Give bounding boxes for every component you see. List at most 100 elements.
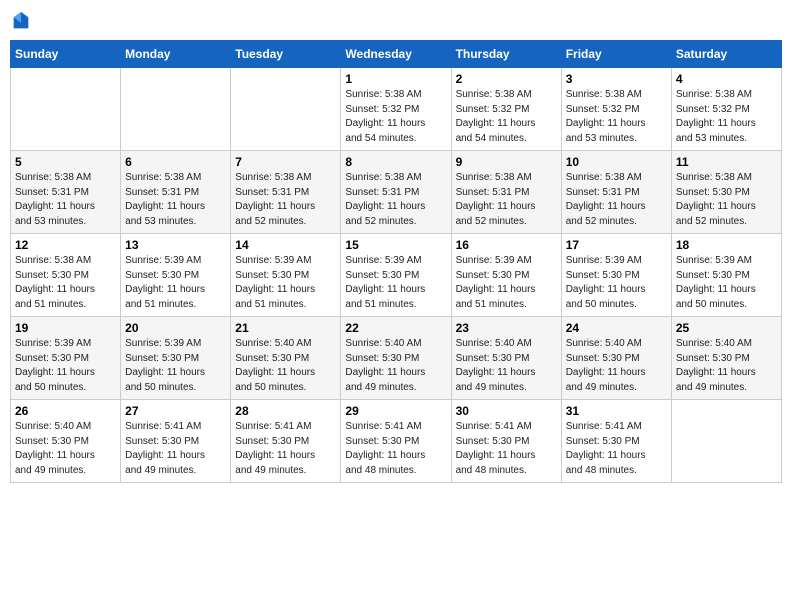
day-info: Sunrise: 5:38 AMSunset: 5:31 PMDaylight:…: [456, 171, 557, 229]
day-info: Sunrise: 5:41 AMSunset: 5:30 PMDaylight:…: [125, 420, 226, 478]
calendar-cell: 3 Sunrise: 5:38 AMSunset: 5:32 PMDaylight…: [561, 68, 671, 151]
calendar-cell: 27 Sunrise: 5:41 AMSunset: 5:30 PMDayligh…: [121, 400, 231, 483]
day-info: Sunrise: 5:39 AMSunset: 5:30 PMDaylight:…: [125, 254, 226, 312]
day-info: Sunrise: 5:41 AMSunset: 5:30 PMDaylight:…: [235, 420, 336, 478]
day-number: 4: [676, 72, 777, 86]
day-info: Sunrise: 5:39 AMSunset: 5:30 PMDaylight:…: [125, 337, 226, 395]
day-number: 16: [456, 238, 557, 252]
day-number: 10: [566, 155, 667, 169]
day-header-wednesday: Wednesday: [341, 41, 451, 68]
calendar-week-4: 19Sunrise: 5:39 AMSunset: 5:30 PMDayligh…: [11, 317, 782, 400]
day-number: 14: [235, 238, 336, 252]
day-number: 7: [235, 155, 336, 169]
calendar-week-1: 1 Sunrise: 5:38 AMSunset: 5:32 PMDaylight…: [11, 68, 782, 151]
day-number: 11: [676, 155, 777, 169]
calendar-cell: [121, 68, 231, 151]
day-info: Sunrise: 5:39 AMSunset: 5:30 PMDaylight:…: [345, 254, 446, 312]
calendar-cell: 16 Sunrise: 5:39 AMSunset: 5:30 PMDayligh…: [451, 234, 561, 317]
calendar-cell: 14 Sunrise: 5:39 AMSunset: 5:30 PMDayligh…: [231, 234, 341, 317]
day-info: Sunrise: 5:41 AMSunset: 5:30 PMDaylight:…: [456, 420, 557, 478]
day-number: 29: [345, 404, 446, 418]
day-info: Sunrise: 5:41 AMSunset: 5:30 PMDaylight:…: [345, 420, 446, 478]
logo: [10, 10, 36, 32]
day-number: 31: [566, 404, 667, 418]
day-info: Sunrise: 5:38 AMSunset: 5:31 PMDaylight:…: [345, 171, 446, 229]
calendar-cell: 24 Sunrise: 5:40 AMSunset: 5:30 PMDayligh…: [561, 317, 671, 400]
day-info: Sunrise: 5:38 AMSunset: 5:30 PMDaylight:…: [676, 171, 777, 229]
calendar-week-2: 5 Sunrise: 5:38 AMSunset: 5:31 PMDaylight…: [11, 151, 782, 234]
calendar-cell: 18 Sunrise: 5:39 AMSunset: 5:30 PMDayligh…: [671, 234, 781, 317]
logo-icon: [10, 10, 32, 32]
calendar-cell: 2 Sunrise: 5:38 AMSunset: 5:32 PMDaylight…: [451, 68, 561, 151]
day-number: 24: [566, 321, 667, 335]
calendar-cell: [671, 400, 781, 483]
calendar-cell: 20 Sunrise: 5:39 AMSunset: 5:30 PMDayligh…: [121, 317, 231, 400]
day-info: Sunrise: 5:39 AMSunset: 5:30 PMDaylight:…: [15, 337, 116, 395]
day-number: 28: [235, 404, 336, 418]
calendar-cell: 19Sunrise: 5:39 AMSunset: 5:30 PMDayligh…: [11, 317, 121, 400]
day-number: 15: [345, 238, 446, 252]
day-header-tuesday: Tuesday: [231, 41, 341, 68]
calendar-cell: 9 Sunrise: 5:38 AMSunset: 5:31 PMDaylight…: [451, 151, 561, 234]
calendar-cell: 23 Sunrise: 5:40 AMSunset: 5:30 PMDayligh…: [451, 317, 561, 400]
calendar-cell: 5 Sunrise: 5:38 AMSunset: 5:31 PMDaylight…: [11, 151, 121, 234]
day-number: 26: [15, 404, 116, 418]
calendar-cell: [231, 68, 341, 151]
day-number: 13: [125, 238, 226, 252]
day-info: Sunrise: 5:38 AMSunset: 5:31 PMDaylight:…: [566, 171, 667, 229]
day-info: Sunrise: 5:38 AMSunset: 5:30 PMDaylight:…: [15, 254, 116, 312]
day-info: Sunrise: 5:38 AMSunset: 5:32 PMDaylight:…: [676, 88, 777, 146]
day-info: Sunrise: 5:41 AMSunset: 5:30 PMDaylight:…: [566, 420, 667, 478]
day-number: 23: [456, 321, 557, 335]
day-info: Sunrise: 5:38 AMSunset: 5:31 PMDaylight:…: [125, 171, 226, 229]
page-header: [10, 10, 782, 32]
day-info: Sunrise: 5:39 AMSunset: 5:30 PMDaylight:…: [456, 254, 557, 312]
calendar-cell: 28 Sunrise: 5:41 AMSunset: 5:30 PMDayligh…: [231, 400, 341, 483]
calendar-cell: 31 Sunrise: 5:41 AMSunset: 5:30 PMDayligh…: [561, 400, 671, 483]
day-info: Sunrise: 5:38 AMSunset: 5:32 PMDaylight:…: [566, 88, 667, 146]
calendar-week-3: 12 Sunrise: 5:38 AMSunset: 5:30 PMDayligh…: [11, 234, 782, 317]
calendar-cell: 22Sunrise: 5:40 AMSunset: 5:30 PMDayligh…: [341, 317, 451, 400]
calendar-cell: [11, 68, 121, 151]
day-number: 1: [345, 72, 446, 86]
day-number: 8: [345, 155, 446, 169]
day-number: 3: [566, 72, 667, 86]
day-info: Sunrise: 5:39 AMSunset: 5:30 PMDaylight:…: [566, 254, 667, 312]
day-info: Sunrise: 5:39 AMSunset: 5:30 PMDaylight:…: [676, 254, 777, 312]
day-number: 2: [456, 72, 557, 86]
day-header-monday: Monday: [121, 41, 231, 68]
calendar-cell: 30 Sunrise: 5:41 AMSunset: 5:30 PMDayligh…: [451, 400, 561, 483]
day-info: Sunrise: 5:40 AMSunset: 5:30 PMDaylight:…: [456, 337, 557, 395]
day-number: 12: [15, 238, 116, 252]
calendar-cell: 25Sunrise: 5:40 AMSunset: 5:30 PMDayligh…: [671, 317, 781, 400]
day-info: Sunrise: 5:38 AMSunset: 5:31 PMDaylight:…: [15, 171, 116, 229]
calendar-cell: 1Sunrise: 5:38 AMSunset: 5:32 PMDaylight…: [341, 68, 451, 151]
day-number: 27: [125, 404, 226, 418]
day-info: Sunrise: 5:40 AMSunset: 5:30 PMDaylight:…: [235, 337, 336, 395]
calendar-body: 1 Sunrise: 5:38 AMSunset: 5:32 PMDaylight…: [11, 68, 782, 483]
calendar-cell: 4 Sunrise: 5:38 AMSunset: 5:32 PMDaylight…: [671, 68, 781, 151]
day-header-sunday: Sunday: [11, 41, 121, 68]
calendar-cell: 10 Sunrise: 5:38 AMSunset: 5:31 PMDayligh…: [561, 151, 671, 234]
day-info: Sunrise: 5:40 AMSunset: 5:30 PMDaylight:…: [566, 337, 667, 395]
day-info: Sunrise: 5:39 AMSunset: 5:30 PMDaylight:…: [235, 254, 336, 312]
day-info: Sunrise: 5:40 AMSunset: 5:30 PMDaylight:…: [15, 420, 116, 478]
calendar-header: SundayMondayTuesdayWednesdayThursdayFrid…: [11, 41, 782, 68]
day-info: Sunrise: 5:38 AMSunset: 5:32 PMDaylight:…: [456, 88, 557, 146]
calendar-cell: 6 Sunrise: 5:38 AMSunset: 5:31 PMDaylight…: [121, 151, 231, 234]
calendar-cell: 29 Sunrise: 5:41 AMSunset: 5:30 PMDayligh…: [341, 400, 451, 483]
day-header-saturday: Saturday: [671, 41, 781, 68]
day-header-thursday: Thursday: [451, 41, 561, 68]
day-number: 25: [676, 321, 777, 335]
day-number: 21: [235, 321, 336, 335]
day-number: 18: [676, 238, 777, 252]
day-header-friday: Friday: [561, 41, 671, 68]
calendar-cell: 17Sunrise: 5:39 AMSunset: 5:30 PMDayligh…: [561, 234, 671, 317]
day-number: 30: [456, 404, 557, 418]
day-number: 6: [125, 155, 226, 169]
day-number: 20: [125, 321, 226, 335]
day-number: 9: [456, 155, 557, 169]
day-number: 5: [15, 155, 116, 169]
calendar-cell: 12 Sunrise: 5:38 AMSunset: 5:30 PMDayligh…: [11, 234, 121, 317]
day-info: Sunrise: 5:38 AMSunset: 5:31 PMDaylight:…: [235, 171, 336, 229]
